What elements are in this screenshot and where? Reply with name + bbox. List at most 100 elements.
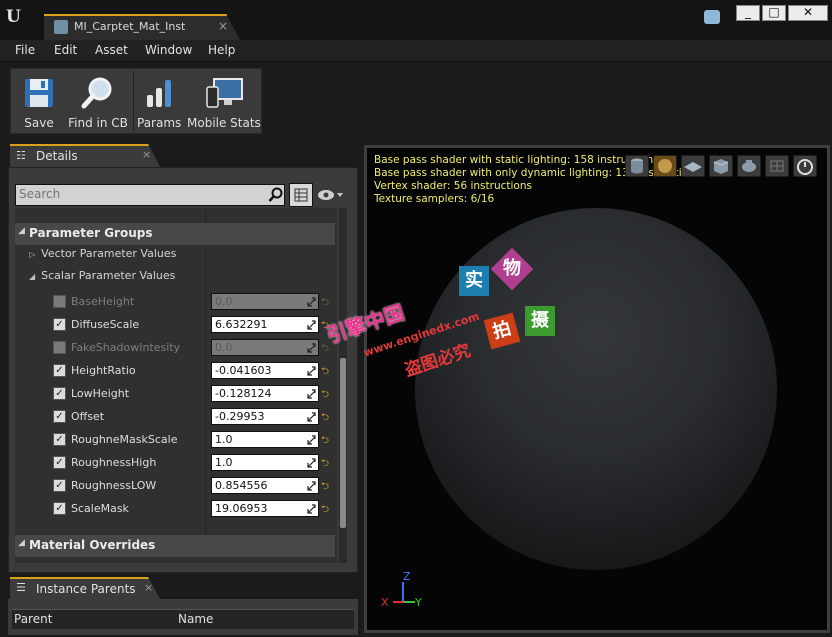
parameter-groups-header[interactable]: ◢ Parameter Groups <box>15 223 335 245</box>
menu-file[interactable]: File <box>15 43 35 57</box>
params-label: Params <box>137 116 182 130</box>
scalar-parameter-values-row[interactable]: ◢ Scalar Parameter Values <box>29 269 175 291</box>
params-button[interactable]: Params <box>137 73 181 131</box>
reset-to-default-icon[interactable]: ⮌ <box>321 295 329 312</box>
param-value-field[interactable]: 6.632291 <box>211 316 319 333</box>
param-value-field[interactable]: 1.0 <box>211 431 319 448</box>
drag-handle-icon[interactable] <box>307 503 316 514</box>
preview-sphere[interactable] <box>415 208 777 570</box>
param-value-field[interactable]: -0.128124 <box>211 385 319 402</box>
param-override-checkbox[interactable]: ✓ <box>53 364 66 377</box>
reset-to-default-icon[interactable]: ⮌ <box>321 341 329 358</box>
close-window-button[interactable]: ✕ <box>788 5 828 21</box>
parent-column-header[interactable]: Parent <box>14 612 52 626</box>
preview-mesh-button[interactable] <box>737 155 761 177</box>
param-override-checkbox[interactable]: ✓ <box>53 456 66 469</box>
preview-sphere-button[interactable] <box>653 155 677 177</box>
param-override-checkbox[interactable]: ✓ <box>53 387 66 400</box>
drag-handle-icon[interactable] <box>307 457 316 468</box>
material-instance-icon <box>54 20 68 34</box>
collapse-arrow-icon: ◢ <box>18 538 25 548</box>
search-input[interactable] <box>19 187 259 201</box>
param-override-checkbox[interactable]: ✓ <box>53 410 66 423</box>
minimize-button[interactable]: _ <box>736 5 760 21</box>
vector-parameter-values-row[interactable]: ▷ Vector Parameter Values <box>29 247 176 269</box>
param-value: 1.0 <box>215 456 233 469</box>
reset-to-default-icon[interactable]: ⮌ <box>321 456 329 473</box>
details-tab[interactable]: ☷ Details × <box>10 144 160 167</box>
param-value: -0.128124 <box>215 387 272 400</box>
param-value-field[interactable]: 0.854556 <box>211 477 319 494</box>
save-label: Save <box>24 116 54 130</box>
property-matrix-button[interactable] <box>289 183 313 207</box>
search-icon[interactable] <box>268 187 283 202</box>
find-in-cb-button[interactable]: Find in CB <box>67 73 129 131</box>
reset-to-default-icon[interactable]: ⮌ <box>321 387 329 404</box>
param-override-checkbox[interactable]: ✓ <box>53 318 66 331</box>
watermark-char: 实 <box>459 266 489 296</box>
name-column-header[interactable]: Name <box>178 612 213 626</box>
mobile-stats-icon <box>205 75 243 111</box>
param-name: RoughnessHigh <box>71 456 157 469</box>
instance-parents-tab[interactable]: ☰ Instance Parents × <box>10 577 160 599</box>
details-tab-label: Details <box>36 149 78 163</box>
drag-handle-icon[interactable] <box>307 388 316 399</box>
reset-to-default-icon[interactable]: ⮌ <box>321 502 329 519</box>
param-value-field[interactable]: -0.29953 <box>211 408 319 425</box>
param-value-field[interactable]: 19.06953 <box>211 500 319 517</box>
scrollbar-thumb[interactable] <box>340 358 346 528</box>
menu-edit[interactable]: Edit <box>54 43 77 57</box>
param-override-checkbox[interactable]: ✓ <box>53 479 66 492</box>
drag-handle-icon[interactable] <box>307 319 316 330</box>
drag-handle-icon[interactable] <box>307 342 316 353</box>
menu-help[interactable]: Help <box>208 43 235 57</box>
param-value-field[interactable]: 0.0 <box>211 339 319 356</box>
preview-cylinder-button[interactable] <box>625 155 649 177</box>
feedback-icon[interactable] <box>704 10 720 24</box>
preview-cube-button[interactable] <box>709 155 733 177</box>
details-scrollbar[interactable] <box>339 208 347 563</box>
close-tab-icon[interactable]: × <box>218 19 228 33</box>
reset-to-default-icon[interactable]: ⮌ <box>321 364 329 381</box>
list-icon: ☰ <box>16 581 26 594</box>
reset-to-default-icon[interactable]: ⮌ <box>321 433 329 450</box>
drag-handle-icon[interactable] <box>307 411 316 422</box>
reset-to-default-icon[interactable]: ⮌ <box>321 410 329 427</box>
param-value-field[interactable]: 1.0 <box>211 454 319 471</box>
instance-parents-header: Parent Name <box>12 609 354 629</box>
maximize-button[interactable]: □ <box>762 5 786 21</box>
param-value-field[interactable]: -0.041603 <box>211 362 319 379</box>
plane-icon <box>684 162 702 172</box>
search-box[interactable] <box>15 184 285 206</box>
close-instance-parents-icon[interactable]: × <box>144 581 153 594</box>
view-options-eye-icon[interactable] <box>317 187 347 203</box>
material-preview-viewport[interactable]: Base pass shader with static lighting: 1… <box>324 145 830 633</box>
save-button[interactable]: Save <box>15 73 63 131</box>
axis-y-label: Y <box>414 596 422 608</box>
reset-to-default-icon[interactable]: ⮌ <box>321 479 329 496</box>
stat-line: Base pass shader with static lighting: 1… <box>374 154 659 166</box>
material-overrides-label: Material Overrides <box>29 538 156 552</box>
realtime-toggle-button[interactable] <box>793 155 817 177</box>
menu-asset[interactable]: Asset <box>95 43 128 57</box>
drag-handle-icon[interactable] <box>307 434 316 445</box>
material-overrides-header[interactable]: ◢ Material Overrides <box>15 535 335 557</box>
asset-document-tab[interactable]: MI_Carptet_Mat_Inst × <box>44 14 240 40</box>
scalar-param-row: ✓ HeightRatio -0.041603 ⮌ <box>15 360 337 383</box>
toggle-grid-button[interactable] <box>765 155 789 177</box>
preview-plane-button[interactable] <box>681 155 705 177</box>
param-override-checkbox[interactable] <box>53 341 66 354</box>
drag-handle-icon[interactable] <box>307 365 316 376</box>
collapse-arrow-icon: ◢ <box>18 226 25 236</box>
title-bar: U MI_Carptet_Mat_Inst × _ □ ✕ <box>0 0 832 40</box>
param-override-checkbox[interactable]: ✓ <box>53 502 66 515</box>
close-details-icon[interactable]: × <box>142 148 151 161</box>
mobile-stats-button[interactable]: Mobile Stats <box>187 73 261 131</box>
menu-window[interactable]: Window <box>145 43 192 57</box>
param-override-checkbox[interactable] <box>53 295 66 308</box>
param-override-checkbox[interactable]: ✓ <box>53 433 66 446</box>
drag-handle-icon[interactable] <box>307 480 316 491</box>
shader-stats: Base pass shader with static lighting: 1… <box>374 154 700 206</box>
drag-handle-icon[interactable] <box>307 296 316 307</box>
param-value-field[interactable]: 0.0 <box>211 293 319 310</box>
